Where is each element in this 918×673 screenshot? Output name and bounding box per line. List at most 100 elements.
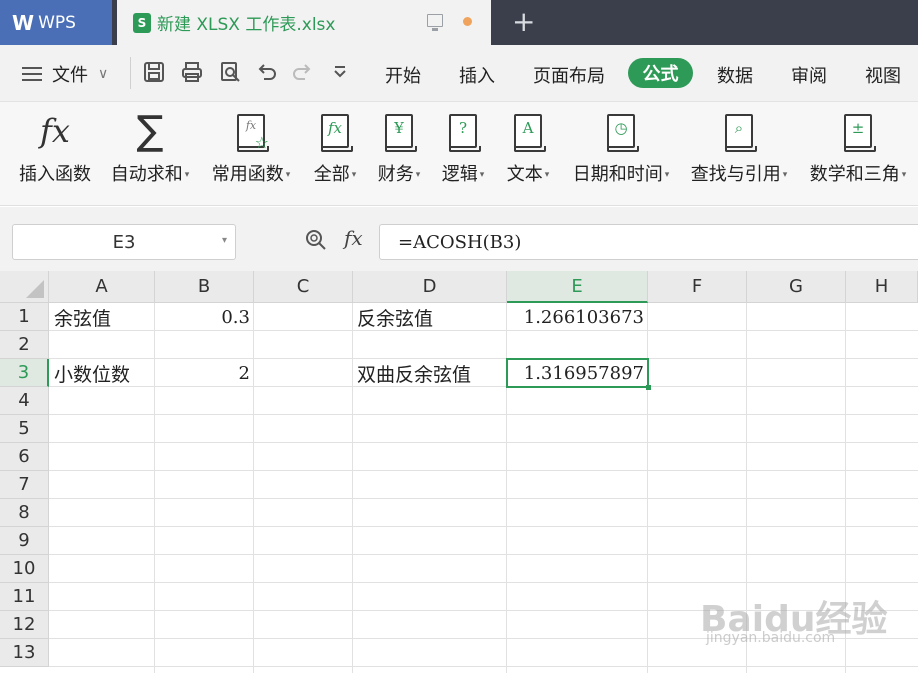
active-cell-border[interactable] <box>506 358 651 390</box>
ribbon-label: 查找与引用 <box>690 164 781 185</box>
tab-home[interactable]: 开始 <box>385 62 421 88</box>
formula-input[interactable]: =ACOSH(B3) <box>379 224 918 260</box>
date-time-button[interactable]: ◷ 日期和时间 ▾ <box>569 112 673 186</box>
column-header-c[interactable]: C <box>254 271 353 303</box>
row-header-7[interactable]: 7 <box>0 471 49 499</box>
gridline <box>49 414 918 415</box>
gridline <box>49 498 918 499</box>
file-menu[interactable]: 文件 ∨ <box>22 61 108 87</box>
yen-book-icon: ¥ <box>385 114 417 152</box>
tab-page-layout[interactable]: 页面布局 <box>533 62 605 88</box>
document-tab[interactable]: S 新建 XLSX 工作表.xlsx <box>117 0 491 45</box>
gridline <box>49 470 918 471</box>
document-title: 新建 XLSX 工作表.xlsx <box>157 15 336 35</box>
search-book-icon: ⌕ <box>725 114 757 152</box>
cell-a3[interactable]: 小数位数 <box>54 359 150 387</box>
cell-reference: E3 <box>112 231 136 253</box>
column-header-h[interactable]: H <box>846 271 918 303</box>
autosum-button[interactable]: ∑ 自动求和 ▾ <box>106 108 194 186</box>
print-preview-icon[interactable] <box>218 61 242 88</box>
a-book-icon: A <box>514 114 546 152</box>
row-header-5[interactable]: 5 <box>0 415 49 443</box>
row-header-3[interactable]: 3 <box>0 359 49 387</box>
ribbon-label: 自动求和 <box>110 164 183 185</box>
ribbon-label: 日期和时间 <box>572 164 663 185</box>
row-header-4[interactable]: 4 <box>0 387 49 415</box>
file-menu-label: 文件 <box>52 65 88 86</box>
fx-book-icon: fx <box>321 114 353 152</box>
column-header-a[interactable]: A <box>49 271 155 303</box>
monitor-icon[interactable] <box>427 14 443 31</box>
row-header-10[interactable]: 10 <box>0 555 49 583</box>
lookup-reference-button[interactable]: ⌕ 查找与引用 ▾ <box>687 112 791 186</box>
gridline <box>49 554 918 555</box>
tab-view[interactable]: 视图 <box>865 62 901 88</box>
wps-app-name: WPS <box>38 12 76 33</box>
column-header-d[interactable]: D <box>353 271 507 303</box>
financial-button[interactable]: ¥ 财务 ▾ <box>373 112 425 186</box>
math-trig-button[interactable]: ± 数学和三角 ▾ <box>806 112 910 186</box>
print-icon[interactable] <box>180 61 204 88</box>
row-header-12[interactable]: 12 <box>0 611 49 639</box>
undo-icon[interactable] <box>255 61 279 88</box>
row-header-8[interactable]: 8 <box>0 499 49 527</box>
cell-b1[interactable]: 0.3 <box>158 303 250 331</box>
clock-book-icon: ◷ <box>607 114 639 152</box>
watermark-url: jingyan.baidu.com <box>706 630 836 646</box>
cell-a1[interactable]: 余弦值 <box>54 303 150 331</box>
tab-data[interactable]: 数据 <box>717 62 753 88</box>
spreadsheet-icon: S <box>133 12 151 33</box>
divider <box>130 57 131 89</box>
column-header-g[interactable]: G <box>747 271 846 303</box>
select-all-button[interactable] <box>0 271 49 303</box>
row-header-9[interactable]: 9 <box>0 527 49 555</box>
all-functions-button[interactable]: fx 全部 ▾ <box>307 112 363 186</box>
column-header-f[interactable]: F <box>648 271 747 303</box>
wps-logo-icon: W <box>12 10 35 35</box>
wps-home-tab[interactable]: W WPS <box>0 0 112 45</box>
menu-bar: 文件 ∨ 开始 插入 页面布局 公式 数据 审阅 视图 <box>0 45 918 102</box>
column-header-b[interactable]: B <box>155 271 254 303</box>
ribbon-label: 常用函数 <box>211 164 284 185</box>
gridline <box>49 442 918 443</box>
unsaved-dot-icon <box>463 17 472 26</box>
gridline <box>49 526 918 527</box>
customize-quick-access-icon[interactable] <box>328 61 352 88</box>
math-book-icon: ± <box>844 114 876 152</box>
row-header-1[interactable]: 1 <box>0 303 49 331</box>
gridline <box>49 582 918 583</box>
text-functions-button[interactable]: A 文本 ▾ <box>502 112 554 186</box>
common-functions-button[interactable]: fx ☆ 常用函数 ▾ <box>207 112 295 186</box>
row-header-13[interactable]: 13 <box>0 639 49 667</box>
gridline <box>49 666 918 667</box>
question-book-icon: ? <box>449 114 481 152</box>
ribbon-label: 插入函数 <box>19 164 91 185</box>
zoom-icon[interactable] <box>304 228 328 252</box>
chevron-down-icon: ∨ <box>98 66 109 82</box>
tab-review[interactable]: 审阅 <box>791 62 827 88</box>
formulas-ribbon: fx 插入函数 ∑ 自动求和 ▾ fx ☆ 常用函数 ▾ fx 全部 ▾ ¥ 财务 ▾ ?… <box>0 102 918 206</box>
save-icon[interactable] <box>142 61 166 88</box>
hamburger-icon <box>22 67 42 81</box>
cell-b3[interactable]: 2 <box>158 359 250 387</box>
cell-e1[interactable]: 1.266103673 <box>510 303 644 331</box>
ribbon-label: 数学和三角 <box>809 164 900 185</box>
new-tab-button[interactable]: + <box>512 8 535 36</box>
row-header-6[interactable]: 6 <box>0 443 49 471</box>
cell-d1[interactable]: 反余弦值 <box>357 303 503 331</box>
chevron-down-icon[interactable]: ▾ <box>222 235 227 246</box>
insert-function-button[interactable]: fx 插入函数 <box>16 112 94 186</box>
row-header-2[interactable]: 2 <box>0 331 49 359</box>
redo-icon[interactable] <box>290 61 314 88</box>
column-header-e[interactable]: E <box>507 271 648 303</box>
tab-formulas[interactable]: 公式 <box>628 58 693 88</box>
ribbon-label: 全部 <box>313 164 350 185</box>
name-box[interactable]: E3 ▾ <box>12 224 236 260</box>
fx-icon[interactable]: fx <box>344 226 363 250</box>
sigma-icon: ∑ <box>136 108 164 154</box>
row-header-11[interactable]: 11 <box>0 583 49 611</box>
ribbon-label: 财务 <box>377 164 414 185</box>
logical-button[interactable]: ? 逻辑 ▾ <box>437 112 489 186</box>
cell-d3[interactable]: 双曲反余弦值 <box>357 359 503 387</box>
tab-insert[interactable]: 插入 <box>459 62 495 88</box>
